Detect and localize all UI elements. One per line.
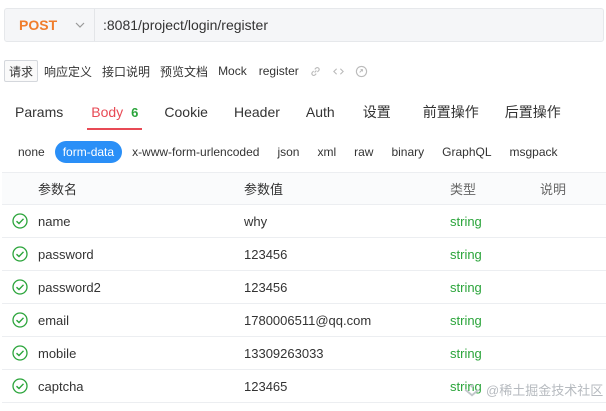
tab-cookie[interactable]: Cookie [154, 96, 218, 128]
subtab-api-description[interactable]: 接口说明 [98, 60, 154, 82]
param-name[interactable]: captcha [38, 379, 244, 394]
body-type-none[interactable]: none [10, 141, 53, 163]
param-name[interactable]: email [38, 313, 244, 328]
check-circle-icon[interactable] [12, 246, 28, 262]
code-icon[interactable] [332, 65, 345, 78]
body-type-label: GraphQL [442, 145, 492, 159]
tab-label: Cookie [164, 104, 208, 120]
body-type-label: raw [354, 145, 374, 159]
tab-label: Auth [305, 104, 335, 120]
param-value[interactable]: 123456 [244, 280, 450, 295]
main-tab-bar: Params Body 6 Cookie Header Auth 设置 前置操作 … [0, 96, 606, 130]
body-type-raw[interactable]: raw [346, 141, 381, 163]
tab-header[interactable]: Header [224, 96, 290, 128]
param-value[interactable]: why [244, 214, 450, 229]
body-type-label: form-data [62, 145, 115, 159]
tab-label: Header [233, 104, 280, 120]
sub-tab-bar: 请求 响应定义 接口说明 预览文档 Mock register [4, 60, 368, 82]
subtab-label: 接口说明 [102, 64, 151, 79]
param-type[interactable]: string [450, 280, 540, 295]
header-name: 参数名 [38, 182, 78, 197]
url-bar: POST :8081/project/login/register [4, 8, 604, 42]
body-type-selector: none form-data x-www-form-urlencoded jso… [10, 141, 568, 163]
table-row: email 1780006511@qq.com string [2, 304, 606, 337]
param-name[interactable]: password2 [38, 280, 244, 295]
param-name[interactable]: password [38, 247, 244, 262]
api-name: register [258, 64, 299, 78]
param-type[interactable]: string [450, 313, 540, 328]
subtab-response-definition[interactable]: 响应定义 [40, 60, 96, 82]
body-type-label: none [18, 145, 45, 159]
subtab-label: 预览文档 [160, 64, 209, 79]
param-type[interactable]: string [450, 247, 540, 262]
tab-pre-operations[interactable]: 前置操作 [413, 96, 489, 128]
tab-body[interactable]: Body 6 [81, 96, 148, 130]
check-circle-icon[interactable] [12, 378, 28, 394]
subtab-request[interactable]: 请求 [4, 60, 39, 82]
tab-auth[interactable]: Auth [296, 96, 345, 128]
url-input[interactable]: :8081/project/login/register [95, 17, 268, 33]
check-circle-icon[interactable] [12, 312, 28, 328]
header-value: 参数值 [244, 182, 284, 197]
body-type-label: binary [391, 145, 425, 159]
tab-params[interactable]: Params [5, 96, 73, 128]
param-value[interactable]: 123456 [244, 247, 450, 262]
param-type[interactable]: string [450, 346, 540, 361]
juejin-logo-icon [464, 383, 480, 396]
table-row: mobile 13309263033 string [2, 337, 606, 370]
subtab-label: 请求 [9, 64, 34, 79]
body-type-label: x-www-form-urlencoded [132, 145, 260, 159]
subtab-preview-docs[interactable]: 预览文档 [156, 60, 212, 82]
subtab-mock[interactable]: Mock [214, 60, 251, 82]
table-header: 参数名 参数值 类型 说明 [2, 172, 606, 205]
tab-post-operations[interactable]: 后置操作 [495, 96, 571, 128]
table-row: name why string [2, 205, 606, 238]
body-type-binary[interactable]: binary [383, 141, 432, 163]
body-type-urlencoded[interactable]: x-www-form-urlencoded [124, 141, 267, 163]
check-circle-icon[interactable] [12, 213, 28, 229]
watermark-text: @稀土掘金技术社区 [486, 383, 604, 398]
tab-label: 前置操作 [422, 104, 479, 120]
tab-label: 设置 [362, 104, 391, 120]
share-icon[interactable] [355, 65, 368, 78]
tab-label: Body [91, 104, 124, 120]
param-value[interactable]: 123465 [244, 379, 450, 394]
param-value[interactable]: 1780006511@qq.com [244, 313, 450, 328]
check-circle-icon[interactable] [12, 279, 28, 295]
param-name[interactable]: name [38, 214, 244, 229]
body-type-xml[interactable]: xml [309, 141, 344, 163]
tab-label: 后置操作 [504, 104, 561, 120]
check-circle-icon[interactable] [12, 345, 28, 361]
watermark: @稀土掘金技术社区 [462, 380, 603, 399]
tab-label: Params [15, 104, 64, 120]
body-type-json[interactable]: json [269, 141, 307, 163]
chevron-down-icon [75, 22, 85, 28]
tab-settings[interactable]: 设置 [353, 96, 401, 128]
body-type-label: msgpack [509, 145, 558, 159]
param-value[interactable]: 13309263033 [244, 346, 450, 361]
link-icon[interactable] [309, 65, 322, 78]
body-type-label: json [277, 145, 300, 159]
param-name[interactable]: mobile [38, 346, 244, 361]
method-select[interactable]: POST [5, 9, 95, 41]
body-count-badge: 6 [131, 104, 139, 120]
body-type-msgpack[interactable]: msgpack [502, 141, 566, 163]
method-label: POST [19, 17, 58, 33]
header-type: 类型 [450, 182, 477, 197]
body-type-label: xml [317, 145, 337, 159]
subtab-label: 响应定义 [44, 64, 93, 79]
body-type-form-data[interactable]: form-data [54, 141, 123, 163]
header-description: 说明 [540, 182, 567, 197]
body-type-graphql[interactable]: GraphQL [434, 141, 499, 163]
param-type[interactable]: string [450, 214, 540, 229]
table-row: password 123456 string [2, 238, 606, 271]
subtab-label: Mock [218, 64, 247, 78]
table-row: password2 123456 string [2, 271, 606, 304]
param-table: 参数名 参数值 类型 说明 name why string password 1… [2, 172, 606, 403]
